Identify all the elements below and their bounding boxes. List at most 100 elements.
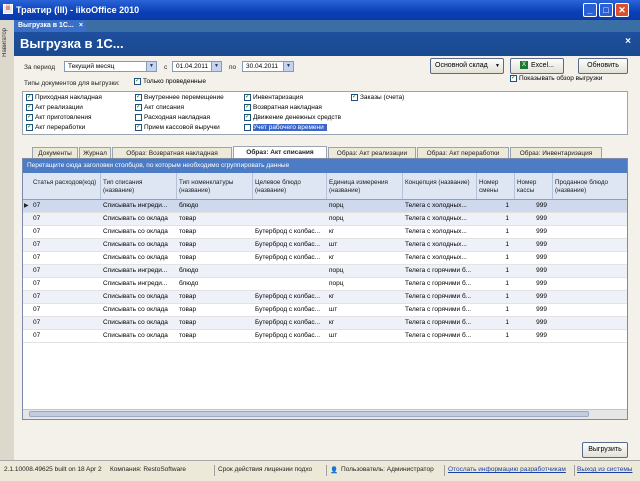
checkbox[interactable]: ✓	[26, 94, 33, 101]
table-cell[interactable]: 07	[31, 291, 101, 303]
table-cell[interactable]	[553, 213, 627, 225]
table-cell[interactable]: Списывать со оклада	[101, 291, 177, 303]
table-cell[interactable]: 1	[477, 226, 515, 238]
table-cell[interactable]: 07	[31, 226, 101, 238]
table-cell[interactable]: Списывать ингреди...	[101, 200, 177, 212]
show-preview-checkbox-row[interactable]: ✓ Показывать обзор выгрузки	[510, 75, 602, 84]
table-cell[interactable]: 999	[515, 200, 553, 212]
table-cell[interactable]: Списывать ингреди...	[101, 278, 177, 290]
table-cell[interactable]: Списывать со оклада	[101, 213, 177, 225]
table-row[interactable]: ▶ 07 Списывать ингреди... блюдо порц Телега с…	[23, 200, 627, 213]
table-cell[interactable]: Телега с горячими б...	[403, 278, 477, 290]
refresh-button[interactable]: Обновить	[578, 58, 628, 74]
document-tab[interactable]: Выгрузка в 1С... ×	[14, 20, 86, 32]
table-cell[interactable]: 999	[515, 291, 553, 303]
table-cell[interactable]	[553, 278, 627, 290]
table-cell[interactable]: Телега с горячими б...	[403, 330, 477, 342]
checkbox[interactable]: ✓	[135, 94, 142, 101]
table-cell[interactable]: товар	[177, 304, 253, 316]
period-select[interactable]: Текущий месяц ▼	[64, 61, 157, 72]
table-cell[interactable]: кг	[327, 291, 403, 303]
tab-sales-act[interactable]: Образ: Акт реализации	[328, 147, 416, 158]
checkbox[interactable]	[244, 124, 251, 131]
table-cell[interactable]: Бутерброд с колбас...	[253, 317, 327, 329]
table-cell[interactable]: Телега с холодных...	[403, 252, 477, 264]
table-cell[interactable]: 999	[515, 226, 553, 238]
table-row[interactable]: 07 Списывать со оклада товар Бутерброд с ко…	[23, 239, 627, 252]
table-cell[interactable]: порц	[327, 200, 403, 212]
table-cell[interactable]	[253, 265, 327, 277]
table-row[interactable]: 07 Списывать ингреди... блюдо порц Телега с …	[23, 278, 627, 291]
table-cell[interactable]: порц	[327, 278, 403, 290]
checkbox-item[interactable]: ✓ Заказы (счета)	[351, 94, 404, 103]
document-tab-close-icon[interactable]: ×	[79, 20, 83, 32]
checkbox-item[interactable]: ✓ Акт приготовления	[26, 114, 91, 123]
table-cell[interactable]: Списывать со оклада	[101, 239, 177, 251]
table-cell[interactable]	[553, 252, 627, 264]
table-cell[interactable]: 999	[515, 239, 553, 251]
table-cell[interactable]: Телега с горячими б...	[403, 304, 477, 316]
table-cell[interactable]: товар	[177, 213, 253, 225]
checkbox[interactable]: ✓	[26, 124, 33, 131]
table-cell[interactable]: шт	[327, 330, 403, 342]
table-cell[interactable]: 999	[515, 317, 553, 329]
checkbox[interactable]: ✓	[244, 114, 251, 121]
checkbox-item[interactable]: ✓ Акт реализации	[26, 104, 83, 113]
checkbox[interactable]: ✓	[244, 104, 251, 111]
table-cell[interactable]: Бутерброд с колбас...	[253, 226, 327, 238]
column-header[interactable]: Тип списания (название)	[101, 173, 177, 199]
table-row[interactable]: 07 Списывать со оклада товар Бутерброд с ко…	[23, 317, 627, 330]
table-cell[interactable]: Бутерброд с колбас...	[253, 291, 327, 303]
table-row[interactable]: 07 Списывать со оклада товар порц Телега с х…	[23, 213, 627, 226]
table-cell[interactable]: 999	[515, 265, 553, 277]
table-cell[interactable]: кг	[327, 252, 403, 264]
logout-link[interactable]: Выход из системы	[577, 466, 632, 473]
horizontal-scrollbar[interactable]	[23, 409, 627, 419]
upload-button[interactable]: Выгрузить	[582, 442, 628, 458]
tab-processing-act[interactable]: Образ: Акт переработки	[417, 147, 509, 158]
minimize-button[interactable]: _	[583, 3, 597, 17]
table-cell[interactable]: 07	[31, 200, 101, 212]
table-cell[interactable]: 07	[31, 330, 101, 342]
table-row[interactable]: 07 Списывать со оклада товар Бутерброд с ко…	[23, 252, 627, 265]
tab-documents[interactable]: Документы	[32, 147, 78, 158]
maximize-button[interactable]: □	[599, 3, 613, 17]
table-cell[interactable]: 07	[31, 213, 101, 225]
table-row[interactable]: 07 Списывать со оклада товар Бутерброд с ко…	[23, 304, 627, 317]
checkbox[interactable]: ✓	[135, 104, 142, 111]
column-header[interactable]: Номер смены	[477, 173, 515, 199]
table-cell[interactable]: Списывать со оклада	[101, 330, 177, 342]
table-cell[interactable]	[553, 239, 627, 251]
table-cell[interactable]: 1	[477, 291, 515, 303]
table-cell[interactable]: 1	[477, 213, 515, 225]
table-cell[interactable]: 1	[477, 200, 515, 212]
table-cell[interactable]: Телега с холодных...	[403, 226, 477, 238]
table-cell[interactable]: 999	[515, 304, 553, 316]
table-cell[interactable]: Списывать со оклада	[101, 226, 177, 238]
table-row[interactable]: 07 Списывать ингреди... блюдо порц Телега с …	[23, 265, 627, 278]
table-cell[interactable]: Списывать со оклада	[101, 317, 177, 329]
table-cell[interactable]	[253, 213, 327, 225]
column-header[interactable]: Номер кассы	[515, 173, 553, 199]
column-header[interactable]: Проданное блюдо (название)	[553, 173, 627, 199]
table-cell[interactable]: 999	[515, 278, 553, 290]
table-cell[interactable]: Телега с холодных...	[403, 213, 477, 225]
checkbox-item-focused[interactable]: Учет рабочего времени	[244, 124, 327, 133]
table-cell[interactable]	[253, 278, 327, 290]
table-cell[interactable]: 1	[477, 265, 515, 277]
table-cell[interactable]	[553, 304, 627, 316]
table-cell[interactable]: шт	[327, 239, 403, 251]
table-cell[interactable]: Бутерброд с колбас...	[253, 239, 327, 251]
table-cell[interactable]: товар	[177, 226, 253, 238]
table-cell[interactable]: кг	[327, 226, 403, 238]
table-cell[interactable]: 999	[515, 330, 553, 342]
table-cell[interactable]: Телега с холодных...	[403, 200, 477, 212]
data-grid[interactable]: Перетащите сюда заголовки столбцов, по к…	[22, 158, 628, 420]
navigator-strip[interactable]: Навигатор	[0, 20, 15, 460]
close-window-button[interactable]: ✕	[615, 3, 629, 17]
table-cell[interactable]: 07	[31, 239, 101, 251]
column-header[interactable]: Статья расходов(код)	[31, 173, 101, 199]
table-cell[interactable]: 1	[477, 239, 515, 251]
tab-return-invoice[interactable]: Образ: Возвратная накладная	[112, 147, 232, 158]
checkbox[interactable]: ✓	[351, 94, 358, 101]
